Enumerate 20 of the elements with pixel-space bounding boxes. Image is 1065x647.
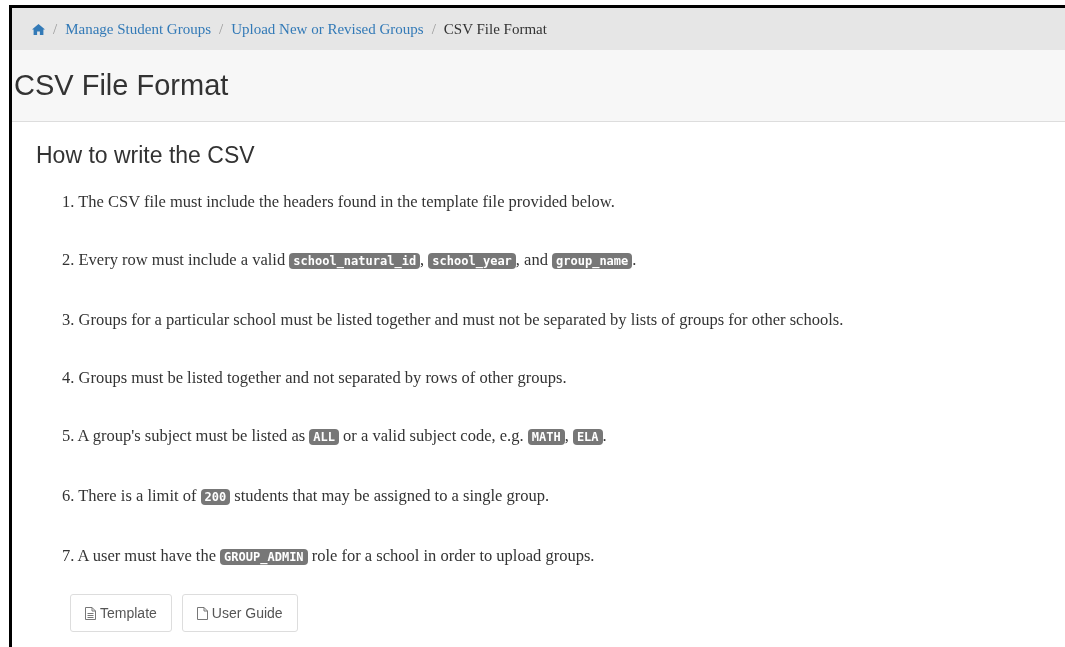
user-guide-button[interactable]: User Guide bbox=[181, 594, 298, 632]
instruction-item: 1. The CSV file must include the headers found in the template file provided below. bbox=[62, 191, 616, 212]
breadcrumb-link[interactable]: Upload New or Revised Groups bbox=[231, 17, 424, 41]
breadcrumb-separator: / bbox=[219, 19, 224, 39]
instruction-item: 5. A group's subject must be listed as ALL or a valid subject code, e.g. MATH , ELA . bbox=[62, 425, 608, 447]
instruction-item: 3. Groups for a particular school must be listed together and must not be separated by lists of groups for other schools. bbox=[62, 309, 845, 330]
instruction-item: 6. There is a limit of 200 students that may be assigned to a single group. bbox=[62, 485, 551, 507]
breadcrumb-current: CSV File Format bbox=[443, 19, 547, 39]
document-icon bbox=[196, 606, 208, 620]
breadcrumb-separator: / bbox=[431, 19, 436, 39]
section-title: How to write the CSV bbox=[36, 144, 256, 167]
breadcrumb-link[interactable]: Manage Student Groups bbox=[65, 17, 211, 41]
text-document-icon bbox=[85, 606, 96, 620]
instruction-item: 2. Every row must include a valid school_natural_id , school_year , and group_name . bbox=[62, 249, 638, 271]
template-button[interactable]: Template bbox=[70, 594, 172, 632]
breadcrumb-separator: / bbox=[53, 19, 58, 39]
page-title: CSV File Format bbox=[14, 67, 229, 103]
instruction-item: 4. Groups must be listed together and not separated by rows of other groups. bbox=[62, 367, 568, 388]
instruction-item: 7. A user must have the GROUP_ADMIN role for a school in order to upload groups. bbox=[62, 545, 596, 567]
home-icon[interactable] bbox=[32, 23, 45, 35]
